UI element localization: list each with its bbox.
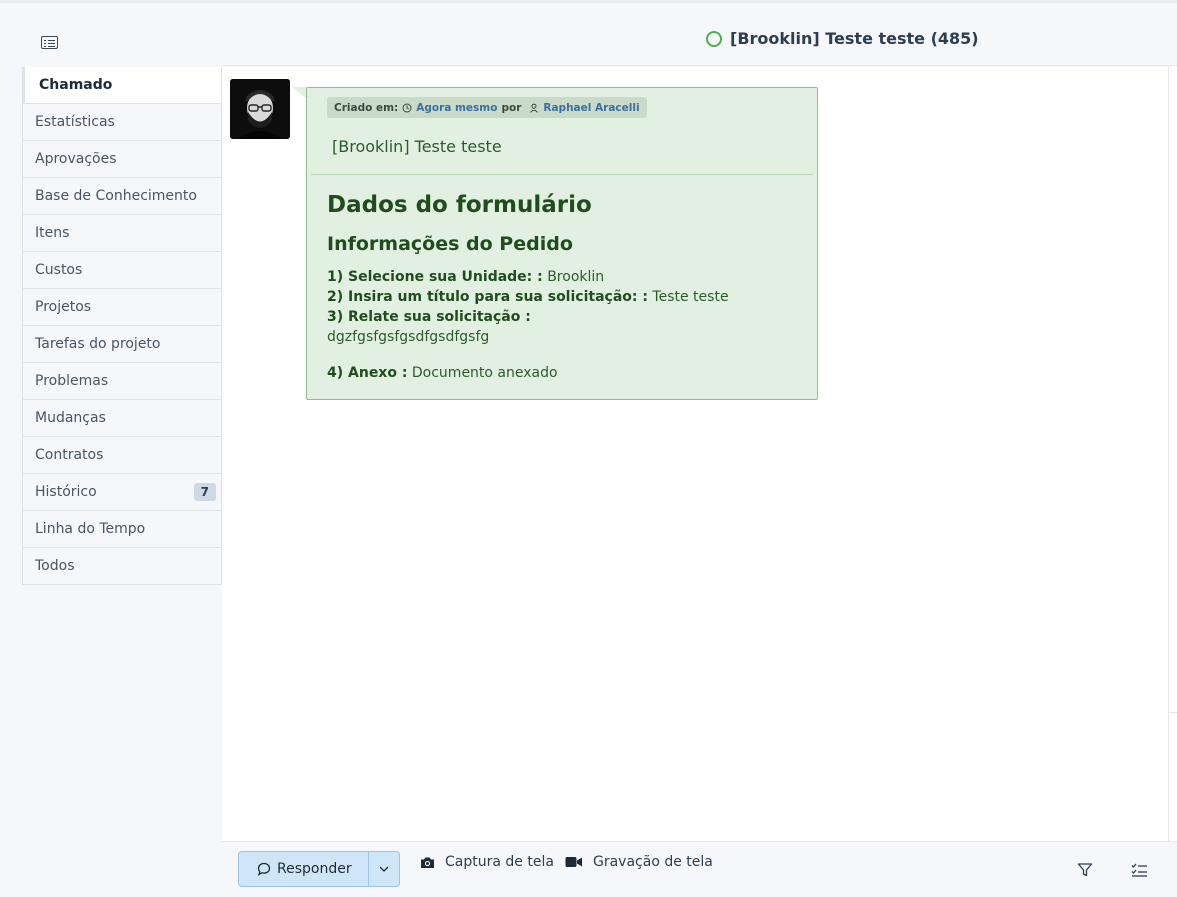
avatar[interactable] — [230, 79, 290, 139]
form-field-value: Brooklin — [547, 269, 605, 285]
recording-label: Gravação de tela — [593, 854, 713, 870]
form-field: 2) Insira um título para sua solicitação… — [327, 289, 729, 305]
form-field-value: dgzfgsfgsfgsdfgsdfgsfg — [327, 329, 490, 345]
author-link[interactable]: Raphael Aracelli — [543, 102, 639, 114]
ticket-description-card: Criado em: Agora mesmo por Raphael Arace… — [306, 87, 818, 400]
sidebar-item-estatisticas[interactable]: Estatísticas — [22, 104, 222, 141]
sidebar-item-mudancas[interactable]: Mudanças — [22, 400, 222, 437]
sidebar-item-label: Custos — [35, 262, 83, 278]
sidebar-item-aprovacoes[interactable]: Aprovações — [22, 141, 222, 178]
sidebar-item-problemas[interactable]: Problemas — [22, 363, 222, 400]
sidebar-item-linha-tempo[interactable]: Linha do Tempo — [22, 511, 222, 548]
sidebar-item-label: Itens — [35, 225, 70, 241]
ticket-meta-badge: Criado em: Agora mesmo por Raphael Arace… — [327, 97, 647, 118]
sidebar-item-itens[interactable]: Itens — [22, 215, 222, 252]
form-field-label: 1) Selecione sua Unidade: : — [327, 269, 543, 285]
created-label: Criado em: — [334, 101, 399, 114]
user-icon — [530, 103, 539, 113]
page-title: [Brooklin] Teste teste (485) — [730, 29, 979, 48]
timeline-main: Criado em: Agora mesmo por Raphael Arace… — [222, 67, 1168, 841]
filter-button[interactable] — [1077, 862, 1095, 880]
screenshot-label: Captura de tela — [445, 854, 554, 870]
form-heading: Dados do formulário — [327, 192, 592, 218]
right-panel-edge — [1168, 67, 1177, 841]
camera-icon — [421, 857, 434, 868]
form-field-label: 3) Relate sua solicitação : — [327, 309, 531, 325]
history-count-badge: 7 — [193, 483, 216, 501]
comment-icon — [257, 862, 271, 876]
reply-button[interactable]: Responder — [239, 852, 369, 886]
sidebar-item-historico[interactable]: Histórico 7 — [22, 474, 222, 511]
clock-icon — [402, 103, 412, 112]
sidebar-item-label: Chamado — [39, 77, 113, 93]
ticket-card-title: [Brooklin] Teste teste — [332, 137, 502, 156]
form-field-label: 2) Insira um título para sua solicitação… — [327, 289, 648, 305]
status-circle-icon — [706, 30, 722, 47]
answer-footer: Responder Captura de tela Gravação de te… — [222, 841, 1177, 897]
avatar-portrait-icon — [230, 79, 290, 139]
card-divider — [311, 174, 813, 175]
list-toggle-icon[interactable] — [41, 36, 58, 49]
sidebar-item-todos[interactable]: Todos — [22, 548, 222, 585]
sidebar-item-label: Contratos — [35, 447, 104, 463]
checklist-icon — [1131, 863, 1147, 877]
chevron-down-icon — [379, 866, 389, 872]
sidebar-item-label: Base de Conhecimento — [35, 188, 197, 204]
filter-icon — [1077, 863, 1093, 877]
ticket-header: [Brooklin] Teste teste (485) — [222, 3, 1177, 66]
sidebar-item-label: Mudanças — [35, 410, 106, 426]
reply-dropdown-toggle[interactable] — [369, 852, 399, 886]
sidebar-item-label: Todos — [35, 558, 75, 574]
video-camera-icon — [565, 857, 582, 867]
ticket-sidebar: Chamado Estatísticas Aprovações Base de … — [22, 67, 222, 585]
sidebar-item-chamado[interactable]: Chamado — [22, 67, 222, 104]
sidebar-item-base-conhecimento[interactable]: Base de Conhecimento — [22, 178, 222, 215]
reply-button-group: Responder — [238, 851, 400, 887]
created-date-link[interactable]: Agora mesmo — [416, 102, 497, 114]
form-field: 1) Selecione sua Unidade: : Brooklin — [327, 269, 604, 285]
sidebar-item-custos[interactable]: Custos — [22, 252, 222, 289]
sidebar-item-contratos[interactable]: Contratos — [22, 437, 222, 474]
form-field-label: 4) Anexo : — [327, 365, 408, 381]
sidebar-item-projetos[interactable]: Projetos — [22, 289, 222, 326]
reply-label: Responder — [277, 861, 352, 877]
form-field: 3) Relate sua solicitação : — [327, 309, 531, 325]
card-pointer — [292, 87, 307, 99]
sidebar-item-label: Histórico — [35, 484, 97, 500]
sidebar-item-label: Problemas — [35, 373, 109, 389]
form-field-value: Teste teste — [652, 289, 729, 305]
sidebar-item-label: Estatísticas — [35, 114, 115, 130]
form-field-value: Documento anexado — [411, 365, 558, 381]
screen-recording-button[interactable]: Gravação de tela — [565, 854, 713, 870]
by-label: por — [501, 101, 522, 114]
sidebar-item-tarefas-projeto[interactable]: Tarefas do projeto — [22, 326, 222, 363]
ticket-title-heading: [Brooklin] Teste teste (485) — [706, 29, 979, 48]
sidebar-item-label: Aprovações — [35, 151, 117, 167]
checklist-button[interactable] — [1131, 862, 1149, 880]
section-heading: Informações do Pedido — [327, 233, 573, 255]
sidebar-item-label: Tarefas do projeto — [35, 336, 161, 352]
sidebar-item-label: Linha do Tempo — [35, 521, 146, 537]
form-field: 4) Anexo : Documento anexado — [327, 365, 558, 381]
screenshot-button[interactable]: Captura de tela — [420, 854, 554, 870]
sidebar-item-label: Projetos — [35, 299, 92, 315]
